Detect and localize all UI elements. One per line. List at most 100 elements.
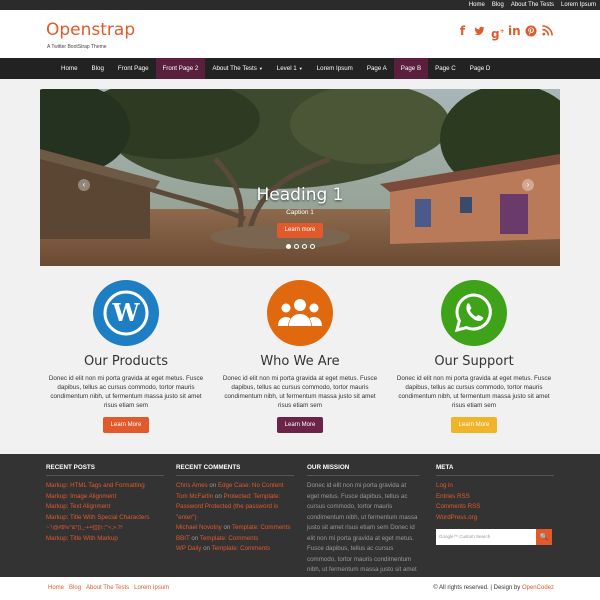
our-mission-widget: OUR MISSION Donec id elit non mi porta g… [307,464,419,586]
site-tagline: A Twitter BootStrap Theme [47,44,107,50]
linkedin-icon[interactable]: in [508,25,521,38]
feature-support: Our Support Donec id elit non mi porta g… [390,280,558,433]
pinterest-icon[interactable] [525,25,537,38]
site-brand[interactable]: Openstrap [46,20,135,40]
feature-products-text: Donec id elit non mi porta gravida at eg… [48,375,204,409]
bottom-bar: Home Blog About The Tests Lorem Ipsum © … [0,577,600,600]
bottom-link-home[interactable]: Home [48,577,64,600]
bottom-link-lorem[interactable]: Lorem Ipsum [134,577,169,600]
nav-home[interactable]: Home [54,58,85,79]
carousel-learn-more-button[interactable]: Learn more [277,223,323,238]
nav-about-tests-label: About The Tests [212,65,257,72]
recent-post-link[interactable]: ~`!@#$%^&*()_-+={[}]|\:;"'<,>.?/ [46,523,164,534]
feature-products-learn-more-button[interactable]: Learn More [103,417,149,433]
nav-page-d[interactable]: Page D [463,58,498,79]
carousel-indicator-4[interactable] [310,244,315,249]
nav-page-b[interactable]: Page B [393,58,429,79]
meta-link-wordpress[interactable]: WordPress.org [436,513,554,524]
nav-front-page[interactable]: Front Page [111,58,156,79]
meta-link-login[interactable]: Log in [436,481,554,492]
nav-page-c[interactable]: Page C [428,58,463,79]
comment-item: WP Daily on Template: Comments [176,544,294,555]
nav-front-page-2[interactable]: Front Page 2 [155,58,206,79]
search-button[interactable]: 🔍 [536,529,552,545]
comment-on-label: on [203,545,210,552]
comment-author-link[interactable]: Michael Novotny [176,524,222,531]
carousel-indicator-3[interactable] [302,244,307,249]
search-icon: 🔍 [539,534,549,541]
comment-post-link[interactable]: Template: Comments [200,535,258,542]
comment-post-link[interactable]: Edge Case: No Content [218,482,283,489]
bottom-link-blog[interactable]: Blog [69,577,81,600]
feature-who-we-are-learn-more-button[interactable]: Learn More [277,417,323,433]
copyright-text: © All rights reserved. | Design by OpenC… [433,577,554,600]
footer-widgets: RECENT POSTS Markup: HTML Tags and Forma… [0,454,600,584]
recent-post-link[interactable]: Markup: HTML Tags and Formatting [46,481,164,492]
carousel-heading: Heading 1 [256,185,344,205]
comment-post-link[interactable]: Template: Comments [212,545,270,552]
carousel-caption: Caption 1 [286,209,314,216]
feature-products: W Our Products Donec id elit non mi port… [42,280,210,433]
carousel-indicator-2[interactable] [294,244,299,249]
whatsapp-icon [441,280,507,346]
search-input[interactable]: Google™ Custom Search [436,529,536,545]
nav-level-1-label: Level 1 [276,65,297,72]
wordpress-icon: W [93,280,159,346]
recent-posts-title: RECENT POSTS [46,464,164,476]
recent-post-link[interactable]: Markup: Image Alignment [46,492,164,503]
social-links: f g+ in [457,25,553,41]
comment-on-label: on [209,482,217,489]
meta-link-entries-rss[interactable]: Entries RSS [436,492,554,503]
feature-products-title: Our Products [83,354,169,369]
feature-support-text: Donec id elit non mi porta gravida at eg… [396,375,552,409]
recent-post-link[interactable]: Markup: Title With Special Characters [46,513,164,524]
caret-down-icon: ▼ [298,66,303,71]
meta-widget: META Log in Entries RSS Comments RSS Wor… [436,464,554,545]
nav-about-tests[interactable]: About The Tests ▼ [205,58,269,79]
facebook-icon[interactable]: f [457,25,468,38]
recent-post-link[interactable]: Markup: Title With Markup [46,534,164,545]
bottom-link-about[interactable]: About The Tests [86,577,129,600]
feature-who-we-are: Who We Are Donec id elit non mi porta gr… [216,280,384,433]
nav-level-1[interactable]: Level 1 ▼ [270,58,310,79]
carousel-indicators [286,244,315,249]
comment-post-link[interactable]: Template: Comments [232,524,290,531]
image-carousel: ‹ › Heading 1 Caption 1 Learn more [40,89,560,266]
comment-on-label: on [223,524,231,531]
copyright-label: © All rights reserved. | Design by [433,585,521,591]
meta-title: META [436,464,554,476]
comment-author-link[interactable]: BBIT [176,535,190,542]
nav-items: Home Blog Front Page Front Page 2 About … [54,58,497,79]
feature-support-learn-more-button[interactable]: Learn More [451,417,497,433]
feature-who-we-are-text: Donec id elit non mi porta gravida at eg… [222,375,378,409]
comment-author-link[interactable]: WP Daily [176,545,201,552]
comment-item: BBIT on Template: Comments [176,534,294,545]
top-link-lorem[interactable]: Lorem Ipsum [561,0,596,10]
nav-page-a[interactable]: Page A [360,58,394,79]
caret-down-icon: ▼ [258,66,263,71]
comment-item: Tom McFarlin on Protected: Template: Pas… [176,492,294,524]
recent-post-link[interactable]: Markup: Text Alignment [46,502,164,513]
nav-lorem-ipsum[interactable]: Lorem Ipsum [310,58,360,79]
comment-item: Michael Novotny on Template: Comments [176,523,294,534]
our-mission-title: OUR MISSION [307,464,419,476]
search-form: Google™ Custom Search 🔍 [436,529,554,545]
nav-blog[interactable]: Blog [85,58,111,79]
our-mission-text: Donec id elit non mi porta gravida at eg… [307,482,418,584]
carousel-indicator-1[interactable] [286,244,291,249]
bottom-links: Home Blog About The Tests Lorem Ipsum [48,577,169,600]
google-plus-icon[interactable]: g+ [491,25,505,41]
designer-link[interactable]: OpenCodez [522,585,554,591]
top-link-home[interactable]: Home [469,0,485,10]
twitter-icon[interactable] [474,25,485,38]
feature-who-we-are-title: Who We Are [260,354,340,369]
top-links: Home Blog About The Tests Lorem Ipsum [469,0,596,10]
rss-icon[interactable] [542,25,553,38]
comment-author-link[interactable]: Chris Ames [176,482,208,489]
meta-link-comments-rss[interactable]: Comments RSS [436,502,554,513]
top-link-about[interactable]: About The Tests [511,0,554,10]
main-navbar: Home Blog Front Page Front Page 2 About … [0,58,600,79]
comment-author-link[interactable]: Tom McFarlin [176,493,213,500]
top-link-blog[interactable]: Blog [492,0,504,10]
recent-comments-title: RECENT COMMENTS [176,464,294,476]
